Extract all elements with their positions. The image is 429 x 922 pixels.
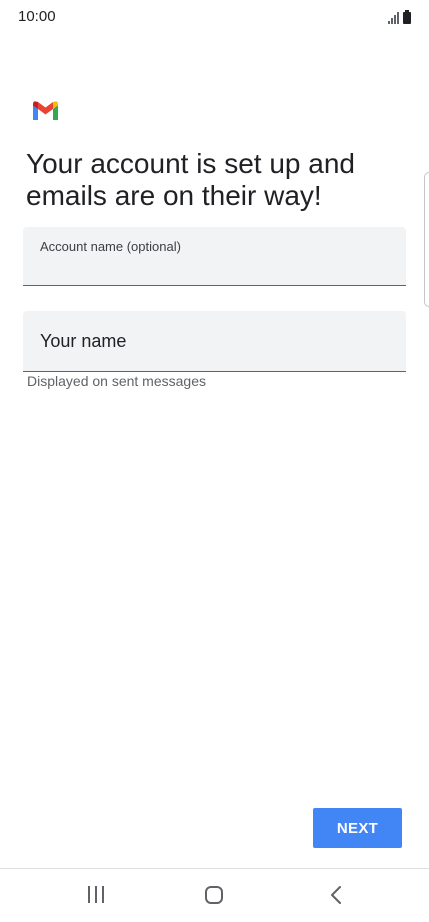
your-name-field[interactable]: Your name [23,311,406,372]
home-icon[interactable] [205,886,223,904]
account-name-field[interactable]: Account name (optional) [23,227,406,286]
edge-panel-handle[interactable] [424,172,429,307]
account-name-label: Account name (optional) [40,239,181,254]
your-name-placeholder: Your name [40,331,127,351]
next-button[interactable]: NEXT [313,808,402,848]
battery-icon [403,10,411,24]
gmail-logo-icon [33,101,58,120]
your-name-helper-text: Displayed on sent messages [27,373,206,389]
recent-apps-icon[interactable] [86,886,106,904]
status-icons [388,10,411,24]
status-time: 10:00 [18,8,56,25]
back-icon[interactable] [328,884,344,906]
signal-icon [388,12,399,24]
status-bar: 10:00 [0,0,429,36]
navigation-bar [0,869,429,922]
page-title: Your account is set up and emails are on… [26,148,355,211]
